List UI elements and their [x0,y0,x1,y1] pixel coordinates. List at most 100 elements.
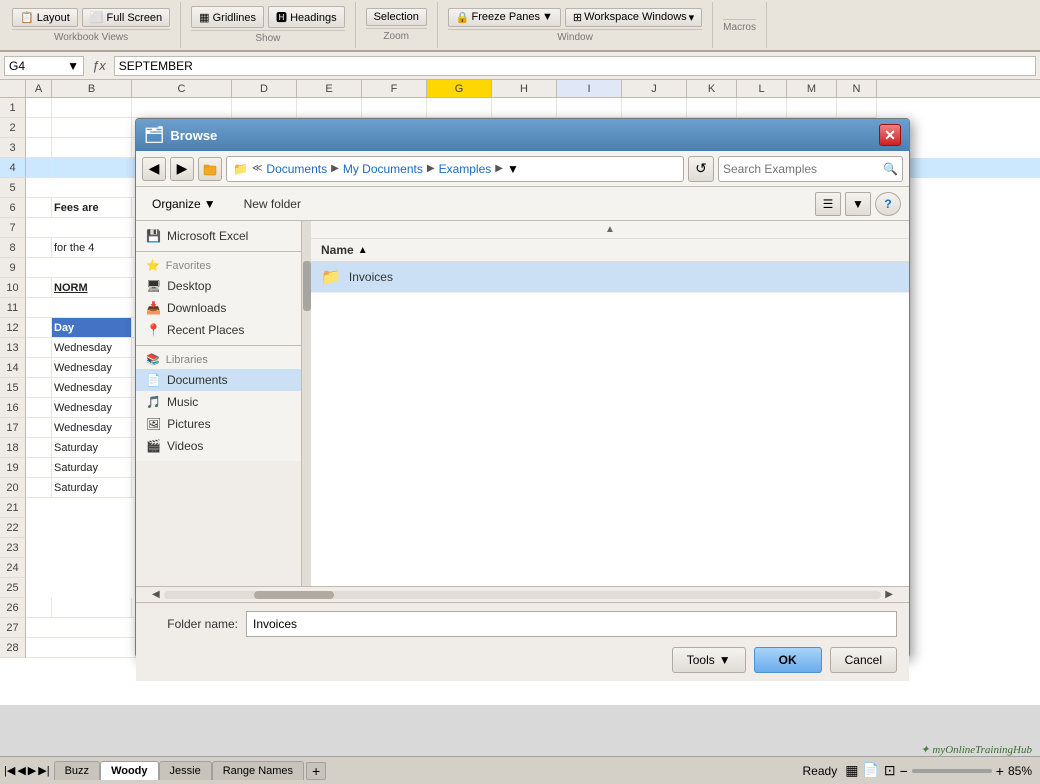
cell-20-B[interactable]: Saturday [52,478,132,498]
cell-8-A[interactable] [26,238,52,258]
cell-18-A[interactable] [26,438,52,458]
cell-4-A[interactable] [26,158,52,178]
help-button[interactable]: ? [875,192,901,216]
horizontal-scrollbar[interactable]: ◀ ▶ [136,586,909,602]
cell-3-A[interactable] [26,138,52,158]
cell-15-B[interactable]: Wednesday [52,378,132,398]
new-folder-button[interactable]: New folder [234,194,311,214]
cancel-button[interactable]: Cancel [830,647,897,673]
search-box[interactable]: 🔍 [718,156,903,182]
cell-10-B[interactable]: NORM [52,278,132,298]
forward-button[interactable]: ▶ [170,157,194,181]
breadcrumb-dropdown-arrow[interactable]: ▼ [507,162,519,176]
cell-14-A[interactable] [26,358,52,378]
cell-1-H[interactable] [492,98,557,118]
freeze-panes-btn[interactable]: 🔒 Freeze Panes ▼ [448,8,561,27]
sheet-tab-range-names[interactable]: Range Names [212,761,304,780]
back-button[interactable]: ◀ [142,157,166,181]
scrollbar-track[interactable] [164,591,882,599]
last-sheet-arrow[interactable]: ▶| [38,764,49,777]
breadcrumb-examples[interactable]: Examples [439,162,492,176]
sidebar-item-music[interactable]: 🎵 Music [136,391,310,413]
cell-13-B[interactable]: Wednesday [52,338,132,358]
sidebar-item-desktop[interactable]: 🖥 Desktop [136,275,310,297]
cell-16-B[interactable]: Wednesday [52,398,132,418]
cell-2-A[interactable] [26,118,52,138]
cell-13-A[interactable] [26,338,52,358]
ok-button[interactable]: OK [754,647,822,673]
cell-12-B[interactable]: Day [52,318,132,338]
scrollbar-thumb[interactable] [254,591,334,599]
workspace-windows-btn[interactable]: ⊞ Workspace Windows ▾ [565,8,702,27]
prev-sheet-arrow[interactable]: ◀ [17,764,25,777]
cell-1-L[interactable] [737,98,787,118]
cell-12-A[interactable] [26,318,52,338]
tab-nav-arrows[interactable]: |◀ ◀ ▶ ▶| [0,764,54,777]
zoom-slider[interactable] [912,769,992,773]
tools-button[interactable]: Tools ▼ [672,647,746,673]
cell-17-B[interactable]: Wednesday [52,418,132,438]
sidebar-scrollbar[interactable] [301,221,311,586]
new-sheet-button[interactable]: + [306,762,326,780]
cell-1-G[interactable] [427,98,492,118]
view-list-btn[interactable]: ☰ [815,192,841,216]
sidebar-item-documents[interactable]: 📄 Documents [136,369,310,391]
sidebar-item-downloads[interactable]: 📥 Downloads [136,297,310,319]
cell-1-B[interactable] [52,98,132,118]
cell-1-F[interactable] [362,98,427,118]
cell-17-A[interactable] [26,418,52,438]
folder-name-input[interactable] [246,611,897,637]
view-layout-icon[interactable]: 📄 [862,762,879,779]
view-break-icon[interactable]: ⊡ [884,762,896,779]
cell-1-C[interactable] [132,98,232,118]
sidebar-item-videos[interactable]: 🎬 Videos [136,435,310,457]
cell-2-B[interactable] [52,118,132,138]
cell-1-M[interactable] [787,98,837,118]
name-box[interactable]: G4 ▼ [4,56,84,76]
cell-18-B[interactable]: Saturday [52,438,132,458]
search-input[interactable] [723,162,879,176]
cell-20-A[interactable] [26,478,52,498]
first-sheet-arrow[interactable]: |◀ [4,764,15,777]
organize-button[interactable]: Organize ▼ [144,194,224,214]
cell-1-E[interactable] [297,98,362,118]
cell-1-J[interactable] [622,98,687,118]
zoom-in-btn[interactable]: + [996,763,1004,779]
cell-3-B[interactable] [52,138,132,158]
gridlines-btn[interactable]: ▦ Gridlines [191,6,264,28]
cell-10-A[interactable] [26,278,52,298]
cell-4-B[interactable] [52,158,132,178]
next-sheet-arrow[interactable]: ▶ [28,764,36,777]
cell-8-B[interactable]: for the 4 [52,238,132,258]
fullscreen-btn[interactable]: ⬜ Full Screen [82,8,170,27]
scroll-right-arrow[interactable]: ▶ [885,589,893,600]
cell-1-K[interactable] [687,98,737,118]
cell-14-B[interactable]: Wednesday [52,358,132,378]
up-button[interactable] [198,157,222,181]
file-item-invoices[interactable]: 📁 Invoices [311,262,909,293]
headings-btn[interactable]: 🅷 Headings [268,6,345,28]
cell-6-A[interactable] [26,198,52,218]
sidebar-item-microsoft-excel[interactable]: 💾 Microsoft Excel [136,225,310,247]
view-normal-icon[interactable]: ▦ [845,762,858,779]
sheet-tab-jessie[interactable]: Jessie [159,761,212,780]
formula-input[interactable]: SEPTEMBER [114,56,1036,76]
cell-6-B[interactable]: Fees are [52,198,132,218]
scroll-left-arrow[interactable]: ◀ [152,589,160,600]
zoom-out-btn[interactable]: − [900,763,908,779]
refresh-button[interactable]: ↺ [688,156,714,182]
view-options-btn[interactable]: ▼ [845,192,871,216]
sidebar-item-recent-places[interactable]: 📍 Recent Places [136,319,310,341]
breadcrumb-documents[interactable]: Documents [266,162,327,176]
cell-19-A[interactable] [26,458,52,478]
selection-btn[interactable]: Selection [366,8,427,26]
close-button[interactable]: ✕ [879,124,901,146]
cell-15-A[interactable] [26,378,52,398]
cell-16-A[interactable] [26,398,52,418]
breadcrumb-bar[interactable]: 📁 ≪ Documents ▶ My Documents ▶ Examples … [226,156,684,182]
cell-1-D[interactable] [232,98,297,118]
breadcrumb-my-documents[interactable]: My Documents [343,162,423,176]
sidebar-item-pictures[interactable]: 🖼 Pictures [136,413,310,435]
cell-1-I[interactable] [557,98,622,118]
layout-btn[interactable]: 📋 Layout [12,8,78,27]
